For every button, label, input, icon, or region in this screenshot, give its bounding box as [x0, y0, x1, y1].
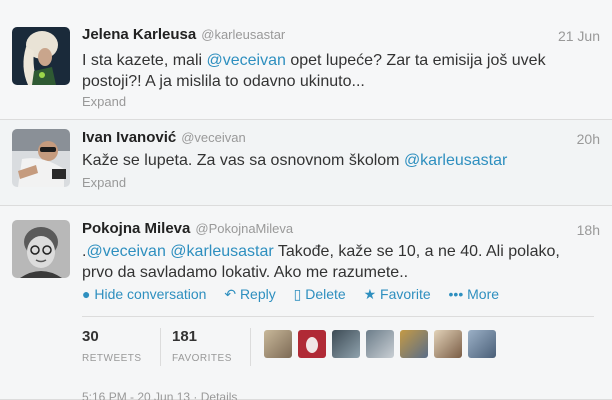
- user-handle[interactable]: @PokojnaMileva: [195, 221, 293, 236]
- action-label: More: [467, 286, 500, 302]
- dots-icon: •••: [448, 286, 464, 302]
- user-handle[interactable]: @veceivan: [181, 130, 246, 145]
- action-label: Favorite: [380, 286, 431, 302]
- retweets-count: 30: [82, 328, 99, 345]
- reply-button[interactable]: ↶ Reply: [224, 286, 275, 302]
- tweet-text-part: prvo da savladamo lokativ. Ako me razume…: [82, 264, 409, 281]
- action-label: Delete: [305, 286, 346, 302]
- tweet-text-part: postoji?! A ja mislila to odavno ukinuto…: [82, 73, 365, 90]
- favorites-label: FAVORITES: [172, 353, 232, 364]
- tweet-time[interactable]: 20h: [577, 131, 600, 147]
- more-button[interactable]: ••• More: [449, 286, 500, 302]
- user-name[interactable]: Jelena Karleusa: [82, 26, 196, 43]
- mention-link[interactable]: @karleusastar: [404, 152, 507, 169]
- speech-bubble-icon: ●: [82, 286, 91, 302]
- avatar-karleusa[interactable]: [12, 27, 70, 85]
- tweet-actions: ● Hide conversation ↶ Reply ▯ Delete ★ F…: [82, 286, 513, 303]
- tweet-header: Jelena Karleusa @karleusastar: [82, 26, 285, 43]
- star-icon: ★: [363, 286, 377, 302]
- tweet-text-part: I sta kazete, mali: [82, 52, 207, 69]
- stat-divider: [160, 328, 161, 366]
- favoriter-avatar[interactable]: [400, 330, 428, 358]
- delete-button[interactable]: ▯ Delete: [294, 286, 346, 302]
- tweet-text: Kaže se lupeta. Za vas sa osnovnom školo…: [82, 150, 587, 171]
- retweets-stat[interactable]: 30 RETWEETS: [82, 328, 142, 364]
- favoriter-avatar[interactable]: [434, 330, 462, 358]
- tweet-timeline: Jelena Karleusa @karleusastar 21 Jun I st…: [0, 0, 612, 400]
- tweet-text-part: Kaže se lupeta. Za vas sa osnovnom školo…: [82, 152, 404, 169]
- tweet-text: I sta kazete, mali @veceivan opet lupeće…: [82, 50, 587, 92]
- favoriter-avatar[interactable]: [298, 330, 326, 358]
- tweet-text-part: opet lupeće? Zar ta emisija još uvek: [285, 52, 546, 69]
- mention-link[interactable]: @karleusastar: [170, 243, 273, 260]
- tweet-header: Pokojna Mileva @PokojnaMileva: [82, 220, 293, 237]
- tweet-time[interactable]: 21 Jun: [558, 28, 600, 44]
- tweet-text: .@veceivan @karleusastar Takođe, kaže se…: [82, 241, 587, 283]
- favoriter-avatar[interactable]: [264, 330, 292, 358]
- favorites-count: 181: [172, 328, 198, 345]
- stat-divider: [250, 328, 251, 366]
- stats-divider: [82, 316, 594, 317]
- avatar-ivanovic[interactable]: [12, 129, 70, 187]
- retweets-label: RETWEETS: [82, 353, 142, 364]
- tweet-time[interactable]: 18h: [577, 222, 600, 238]
- favorites-stat[interactable]: 181 FAVORITES: [172, 328, 232, 364]
- avatar-mileva[interactable]: [12, 220, 70, 278]
- favoriter-avatar[interactable]: [366, 330, 394, 358]
- action-label: Reply: [239, 286, 276, 302]
- favoriter-avatar[interactable]: [332, 330, 360, 358]
- tweet-timestamp-details[interactable]: 5:16 PM - 20 Jun 13 · Details: [82, 390, 237, 400]
- user-name[interactable]: Ivan Ivanović: [82, 129, 176, 146]
- mention-link[interactable]: @veceivan: [207, 52, 286, 69]
- favoriter-avatar[interactable]: [468, 330, 496, 358]
- hide-conversation-button[interactable]: ● Hide conversation: [82, 286, 206, 302]
- action-label: Hide conversation: [94, 286, 207, 302]
- expand-link[interactable]: Expand: [82, 94, 126, 109]
- favorite-button[interactable]: ★ Favorite: [364, 286, 431, 302]
- reply-arrow-icon: ↶: [224, 286, 237, 302]
- trash-icon: ▯: [293, 286, 302, 302]
- expand-link[interactable]: Expand: [82, 175, 126, 190]
- user-handle[interactable]: @karleusastar: [201, 27, 285, 42]
- tweet-text-part: Takođe, kaže se 10, a ne 40. Ali polako,: [273, 243, 560, 260]
- tweet-header: Ivan Ivanović @veceivan: [82, 129, 246, 146]
- mention-link[interactable]: @veceivan: [86, 243, 165, 260]
- user-name[interactable]: Pokojna Mileva: [82, 220, 190, 237]
